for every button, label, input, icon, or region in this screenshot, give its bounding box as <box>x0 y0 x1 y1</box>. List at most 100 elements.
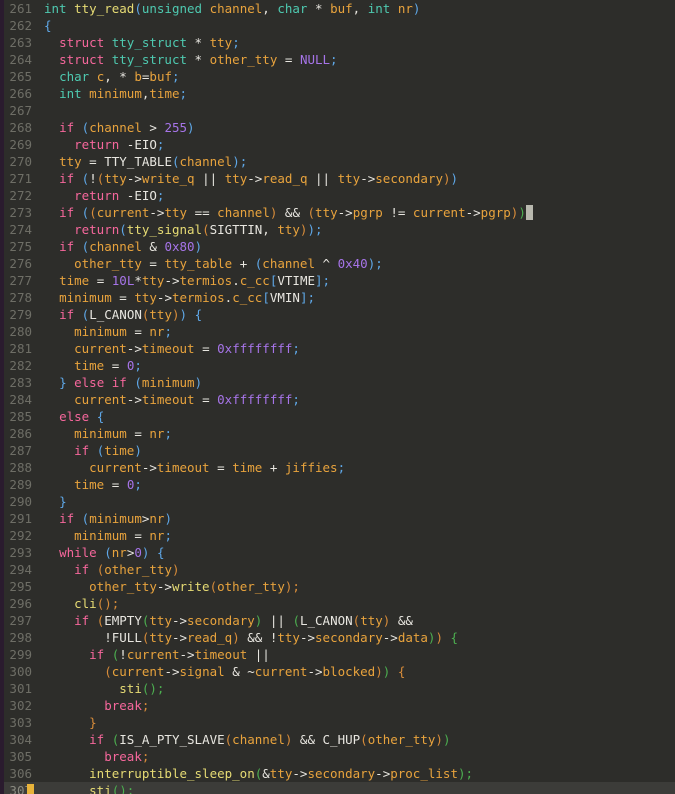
code-line[interactable]: 289 time = 0; <box>0 476 675 493</box>
code-line-content[interactable]: current->timeout = time + jiffies; <box>40 459 675 476</box>
code-line[interactable]: 279 if (L_CANON(tty)) { <box>0 306 675 323</box>
code-line-content[interactable]: if (channel & 0x80) <box>40 238 675 255</box>
code-line[interactable]: 284 current->timeout = 0xffffffff; <box>0 391 675 408</box>
code-line[interactable]: 262 { <box>0 17 675 34</box>
code-line-content[interactable]: if (!(tty->write_q || tty->read_q || tty… <box>40 170 675 187</box>
code-line[interactable]: 303 } <box>0 714 675 731</box>
code-line[interactable]: 302 break; <box>0 697 675 714</box>
code-line[interactable]: 263 struct tty_struct * tty; <box>0 34 675 51</box>
code-line-content[interactable]: minimum = nr; <box>40 527 675 544</box>
code-line[interactable]: 261 int tty_read(unsigned channel, char … <box>0 0 675 17</box>
code-line-content[interactable]: current->timeout = 0xffffffff; <box>40 391 675 408</box>
code-line[interactable]: 293 while (nr>0) { <box>0 544 675 561</box>
code-line[interactable]: 295 other_tty->write(other_tty); <box>0 578 675 595</box>
code-line-content[interactable]: if (time) <box>40 442 675 459</box>
code-line[interactable]: 274 return(tty_signal(SIGTTIN, tty)); <box>0 221 675 238</box>
code-line[interactable]: 288 current->timeout = time + jiffies; <box>0 459 675 476</box>
code-line-content[interactable]: if (IS_A_PTY_SLAVE(channel) && C_HUP(oth… <box>40 731 675 748</box>
code-line[interactable]: 264 struct tty_struct * other_tty = NULL… <box>0 51 675 68</box>
code-line[interactable]: 290 } <box>0 493 675 510</box>
code-line[interactable]: 280 minimum = nr; <box>0 323 675 340</box>
code-lines-container[interactable]: 261 int tty_read(unsigned channel, char … <box>0 0 675 794</box>
line-number: 292 <box>9 528 32 543</box>
code-line[interactable]: 285 else { <box>0 408 675 425</box>
code-line-highlighted[interactable]: 307 sti(); <box>0 782 675 794</box>
code-line[interactable]: 267 <box>0 102 675 119</box>
code-line-content[interactable] <box>40 102 675 119</box>
code-line-content[interactable]: break; <box>40 697 675 714</box>
code-line-content[interactable]: if ((current->tty == channel) && (tty->p… <box>40 204 675 221</box>
code-line-content[interactable]: if (EMPTY(tty->secondary) || (L_CANON(tt… <box>40 612 675 629</box>
code-line-content[interactable]: sti(); <box>40 680 675 697</box>
code-line[interactable]: 281 current->timeout = 0xffffffff; <box>0 340 675 357</box>
code-line-content[interactable]: while (nr>0) { <box>40 544 675 561</box>
code-line-content[interactable]: } else if (minimum) <box>40 374 675 391</box>
code-line-content[interactable]: return -EIO; <box>40 136 675 153</box>
code-line-content[interactable]: time = 10L*tty->termios.c_cc[VTIME]; <box>40 272 675 289</box>
code-line[interactable]: 299 if (!current->timeout || <box>0 646 675 663</box>
code-line-content[interactable]: minimum = nr; <box>40 425 675 442</box>
code-line-content[interactable]: } <box>40 714 675 731</box>
code-line[interactable]: 265 char c, * b=buf; <box>0 68 675 85</box>
code-line[interactable]: 298 !FULL(tty->read_q) && !tty->secondar… <box>0 629 675 646</box>
code-line-content[interactable]: { <box>40 17 675 34</box>
code-line-content[interactable]: minimum = tty->termios.c_cc[VMIN]; <box>40 289 675 306</box>
code-editor[interactable]: 261 int tty_read(unsigned channel, char … <box>0 0 675 794</box>
code-line[interactable]: 268 if (channel > 255) <box>0 119 675 136</box>
code-line-content[interactable]: if (!current->timeout || <box>40 646 675 663</box>
code-line[interactable]: 283 } else if (minimum) <box>0 374 675 391</box>
code-line[interactable]: 291 if (minimum>nr) <box>0 510 675 527</box>
code-line-content[interactable]: other_tty->write(other_tty); <box>40 578 675 595</box>
code-line-content[interactable]: return -EIO; <box>40 187 675 204</box>
code-line-content[interactable]: int tty_read(unsigned channel, char * bu… <box>40 0 675 17</box>
code-line[interactable]: 269 return -EIO; <box>0 136 675 153</box>
code-line[interactable]: 275 if (channel & 0x80) <box>0 238 675 255</box>
code-line[interactable]: 287 if (time) <box>0 442 675 459</box>
code-line-content[interactable]: int minimum,time; <box>40 85 675 102</box>
code-line[interactable]: 278 minimum = tty->termios.c_cc[VMIN]; <box>0 289 675 306</box>
code-line-content[interactable]: } <box>40 493 675 510</box>
code-line[interactable]: 271 if (!(tty->write_q || tty->read_q ||… <box>0 170 675 187</box>
code-line[interactable]: 292 minimum = nr; <box>0 527 675 544</box>
code-line-content[interactable]: other_tty = tty_table + (channel ^ 0x40)… <box>40 255 675 272</box>
code-line[interactable]: 294 if (other_tty) <box>0 561 675 578</box>
code-line[interactable]: 266 int minimum,time; <box>0 85 675 102</box>
code-line-content[interactable]: struct tty_struct * other_tty = NULL; <box>40 51 675 68</box>
code-line-content[interactable]: else { <box>40 408 675 425</box>
code-line[interactable]: 282 time = 0; <box>0 357 675 374</box>
code-line-content[interactable]: return(tty_signal(SIGTTIN, tty)); <box>40 221 675 238</box>
code-line[interactable]: 305 break; <box>0 748 675 765</box>
code-line-content[interactable]: break; <box>40 748 675 765</box>
code-line-content[interactable]: minimum = nr; <box>40 323 675 340</box>
code-line[interactable]: 297 if (EMPTY(tty->secondary) || (L_CANO… <box>0 612 675 629</box>
code-line[interactable]: 286 minimum = nr; <box>0 425 675 442</box>
code-line-content[interactable]: interruptible_sleep_on(&tty->secondary->… <box>40 765 675 782</box>
code-line-content[interactable]: cli(); <box>40 595 675 612</box>
code-line-content[interactable]: (current->signal & ~current->blocked)) { <box>40 663 675 680</box>
code-line[interactable]: 306 interruptible_sleep_on(&tty->seconda… <box>0 765 675 782</box>
code-line-with-cursor[interactable]: 273 if ((current->tty == channel) && (tt… <box>0 204 675 221</box>
code-line-content[interactable]: current->timeout = 0xffffffff; <box>40 340 675 357</box>
code-line-content[interactable]: sti(); <box>40 782 675 794</box>
code-line-content[interactable]: tty = TTY_TABLE(channel); <box>40 153 675 170</box>
code-line-content[interactable]: time = 0; <box>40 357 675 374</box>
code-line-content[interactable]: time = 0; <box>40 476 675 493</box>
line-number: 266 <box>9 86 32 101</box>
code-line[interactable]: 300 (current->signal & ~current->blocked… <box>0 663 675 680</box>
code-line-content[interactable]: if (other_tty) <box>40 561 675 578</box>
breakpoint-marker-icon[interactable] <box>27 784 34 794</box>
code-line[interactable]: 296 cli(); <box>0 595 675 612</box>
code-line[interactable]: 272 return -EIO; <box>0 187 675 204</box>
code-line-content[interactable]: struct tty_struct * tty; <box>40 34 675 51</box>
code-line[interactable]: 304 if (IS_A_PTY_SLAVE(channel) && C_HUP… <box>0 731 675 748</box>
code-line-content[interactable]: if (channel > 255) <box>40 119 675 136</box>
line-number: 290 <box>9 494 32 509</box>
code-line-content[interactable]: char c, * b=buf; <box>40 68 675 85</box>
code-line-content[interactable]: !FULL(tty->read_q) && !tty->secondary->d… <box>40 629 675 646</box>
code-line[interactable]: 276 other_tty = tty_table + (channel ^ 0… <box>0 255 675 272</box>
code-line[interactable]: 277 time = 10L*tty->termios.c_cc[VTIME]; <box>0 272 675 289</box>
code-line-content[interactable]: if (minimum>nr) <box>40 510 675 527</box>
code-line[interactable]: 270 tty = TTY_TABLE(channel); <box>0 153 675 170</box>
code-line-content[interactable]: if (L_CANON(tty)) { <box>40 306 675 323</box>
code-line[interactable]: 301 sti(); <box>0 680 675 697</box>
